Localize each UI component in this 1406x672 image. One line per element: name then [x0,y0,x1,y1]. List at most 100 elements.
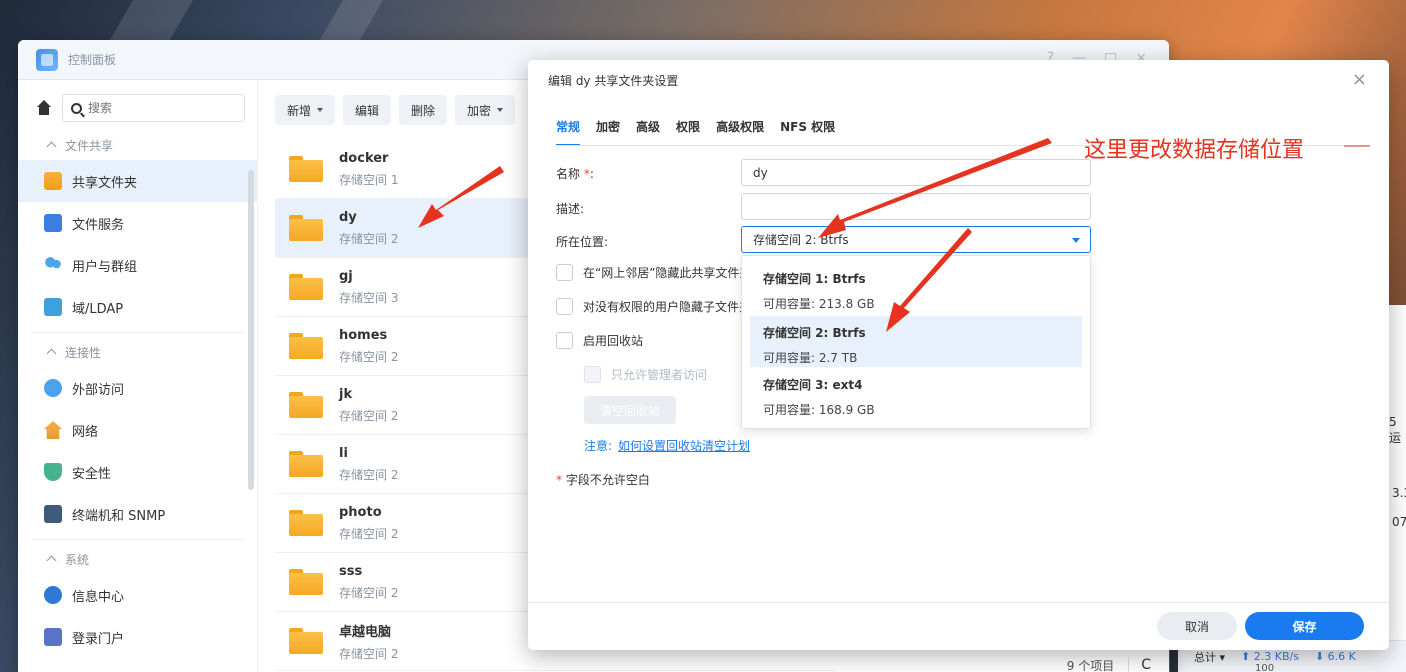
folder-icon [289,510,323,536]
folder-name: dy [339,209,357,225]
sidebar-item-ldap[interactable]: 域/LDAP [18,286,257,328]
recycle-schedule-link[interactable]: 如何设置回收站清空计划 [618,439,750,453]
sidebar-item-security[interactable]: 安全性 [18,451,257,493]
checkbox[interactable] [556,264,573,281]
location-select[interactable]: 存储空间 2: Btrfs [741,226,1091,253]
sidebar-item-external-access[interactable]: 外部访问 [18,367,257,409]
location-select-value: 存储空间 2: Btrfs [753,233,849,247]
divider [32,332,245,333]
admin-only-checkbox[interactable]: 只允许管理者访问 [584,366,707,383]
location-dropdown: 存储空间 1: Btrfs 可用容量: 213.8 GB 存储空间 2: Btr… [741,255,1091,429]
folder-name: homes [339,327,388,343]
folder-name: li [339,445,348,461]
section-system[interactable]: 系统 [18,544,257,574]
file-services-icon [44,214,62,232]
tab-nfs-permissions[interactable]: NFS 权限 [780,118,835,146]
section-file-sharing[interactable]: 文件共享 [18,130,257,160]
globe-icon [44,379,62,397]
search-box[interactable] [62,94,245,122]
edit-button[interactable]: 编辑 [343,95,392,125]
sidebar-item-file-services[interactable]: 文件服务 [18,202,257,244]
option-name: 存储空间 2: Btrfs [763,326,866,340]
search-icon [71,102,82,114]
widget-text: 5 运 [1389,415,1402,445]
checkbox[interactable] [584,366,601,383]
description-field[interactable] [741,193,1091,220]
option-capacity: 可用容量: 213.8 GB [763,297,875,311]
sidebar-item-label: 文件服务 [72,217,125,233]
tab-advanced-permissions[interactable]: 高级权限 [716,118,764,146]
delete-button[interactable]: 删除 [399,95,448,125]
folder-icon [289,215,323,241]
checkbox[interactable] [556,298,573,315]
chevron-up-icon [46,555,57,566]
option-name: 存储空间 1: Btrfs [763,272,866,286]
search-input[interactable] [88,101,208,115]
section-label: 文件共享 [65,138,114,153]
sidebar-item-label: 网络 [72,424,99,440]
enable-recycle-bin-checkbox[interactable]: 启用回收站 [556,332,643,349]
sidebar-item-info-center[interactable]: 信息中心 [18,574,257,616]
dropdown-option-volume-2[interactable]: 存储空间 2: Btrfs 可用容量: 2.7 TB [750,316,1082,367]
sidebar-item-terminal-snmp[interactable]: 终端机和 SNMP [18,493,257,535]
new-button[interactable]: 新增 [275,95,336,125]
refresh-icon[interactable]: C [1128,657,1151,672]
dropdown-option-volume-3[interactable]: 存储空间 3: ext4 可用容量: 168.9 GB [750,368,1082,419]
folder-icon [289,156,323,182]
checkbox-label: 在“网上邻居”隐藏此共享文件夹 [583,266,752,280]
login-portal-icon [44,628,62,646]
sidebar-item-label: 外部访问 [72,382,125,398]
total-dropdown[interactable]: 总计 ▾ [1194,649,1225,665]
folder-volume: 存储空间 2 [339,526,399,541]
folder-name: gj [339,268,353,284]
chevron-down-icon [317,108,324,112]
dialog-close-button[interactable]: × [1352,69,1367,90]
note-label: 注意: [584,439,613,453]
edit-button-label: 编辑 [355,103,380,118]
sidebar-item-login-portal[interactable]: 登录门户 [18,616,257,658]
sidebar-item-label: 安全性 [72,466,112,482]
sidebar-item-label: 终端机和 SNMP [72,508,166,524]
description-label: 描述: [556,202,585,216]
sidebar-item-users-groups[interactable]: 用户与群组 [18,244,257,286]
tab-general[interactable]: 常规 [556,118,581,146]
location-label: 所在位置: [556,235,609,249]
dropdown-option-volume-1[interactable]: 存储空间 1: Btrfs 可用容量: 213.8 GB [750,262,1082,313]
folder-volume: 存储空间 1 [339,172,399,187]
checkbox-label: 只允许管理者访问 [611,368,708,382]
cancel-button[interactable]: 取消 [1157,612,1237,640]
shield-icon [44,463,62,481]
name-field[interactable]: dy [741,159,1091,186]
sidebar-item-label: 登录门户 [72,631,125,647]
sidebar-item-shared-folder[interactable]: 共享文件夹 [18,160,257,202]
option-name: 存储空间 3: ext4 [763,378,863,392]
tab-advanced[interactable]: 高级 [636,118,660,146]
save-button[interactable]: 保存 [1245,612,1364,640]
folder-volume: 存储空间 2 [339,646,399,661]
sidebar: 文件共享 共享文件夹 文件服务 用户与群组 域/LDAP 连接性 外部访问 [18,80,258,672]
shared-folder-icon [44,172,62,190]
section-connectivity[interactable]: 连接性 [18,337,257,367]
home-icon[interactable] [36,100,52,116]
option-capacity: 可用容量: 168.9 GB [763,403,875,417]
name-label-colon: : [589,167,594,181]
encrypt-button[interactable]: 加密 [455,95,516,125]
tab-encryption[interactable]: 加密 [596,118,620,146]
hide-network-checkbox[interactable]: 在“网上邻居”隐藏此共享文件夹 [556,264,751,281]
chevron-up-icon [46,141,57,152]
network-icon [44,421,62,439]
required-footnote: * 字段不允许空白 [556,471,650,488]
sidebar-item-network[interactable]: 网络 [18,409,257,451]
encrypt-button-label: 加密 [467,103,492,118]
checkbox[interactable] [556,332,573,349]
option-capacity: 可用容量: 2.7 TB [763,351,858,365]
control-panel-logo-icon [36,48,58,71]
tab-permissions[interactable]: 权限 [676,118,700,146]
footer-divider [528,602,1389,603]
chevron-up-icon [46,348,57,359]
folder-name: docker [339,150,389,166]
folder-volume: 存储空间 2 [339,408,399,423]
sidebar-scrollbar[interactable] [248,170,254,490]
folder-name: 卓越电脑 [339,624,392,640]
empty-recycle-bin-button[interactable]: 清空回收站 [584,396,676,424]
